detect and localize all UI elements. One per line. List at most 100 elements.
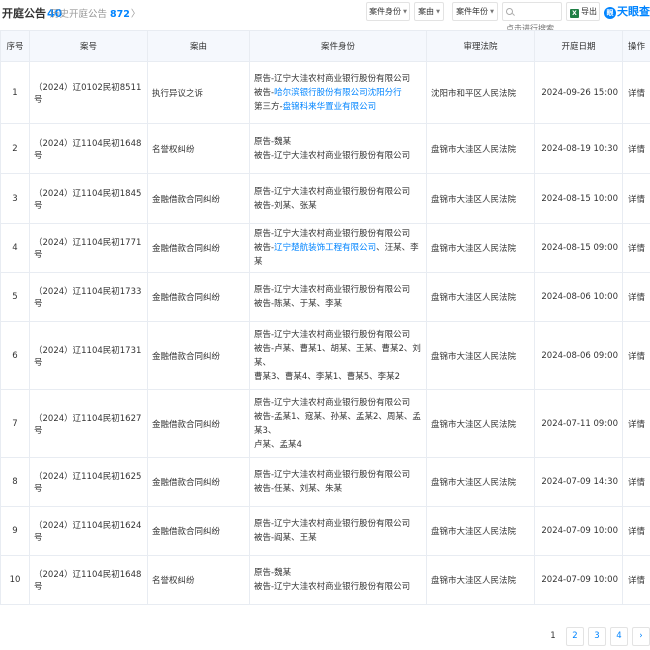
party-name: 陈某、于某、李某: [274, 299, 343, 309]
party-role: 原告-: [254, 229, 275, 239]
filter-label: 案件身份: [369, 7, 402, 16]
details-link[interactable]: 详情: [622, 555, 650, 605]
row-index: 1: [0, 61, 30, 124]
hearing-date: 2024-07-09 10:00: [534, 506, 623, 556]
party-line: 第三方-盘锦科来华置业有限公司: [254, 100, 422, 114]
case-number-link[interactable]: （2024）辽1104民初1771号: [29, 223, 148, 273]
case-cause: 金融借款合同纠纷: [147, 389, 250, 458]
details-link[interactable]: 详情: [622, 506, 650, 556]
case-cause: 金融借款合同纠纷: [147, 272, 250, 322]
party-line: 卢某、孟某4: [254, 438, 422, 452]
court-name: 盘锦市大洼区人民法院: [426, 173, 535, 224]
party-line: 原告-辽宁大洼农村商业银行股份有限公司: [254, 468, 422, 482]
case-parties: 原告-魏某 被告-辽宁大洼农村商业银行股份有限公司: [249, 555, 427, 605]
table-row: 5 （2024）辽1104民初1733号 金融借款合同纠纷 原告-辽宁大洼农村商业银行…: [0, 272, 650, 322]
export-label: 导出: [581, 7, 597, 16]
case-number-link[interactable]: （2024）辽1104民初1648号: [29, 123, 148, 174]
details-link[interactable]: 详情: [622, 389, 650, 458]
details-link[interactable]: 详情: [622, 61, 650, 124]
pagination-page-2[interactable]: 2: [566, 627, 584, 646]
table-header-row: 序号 案号 案由 案件身份 审理法院 开庭日期 操作: [0, 30, 650, 62]
history-announcements-link[interactable]: 历史开庭公告 872〉: [50, 6, 140, 20]
details-link[interactable]: 详情: [622, 123, 650, 174]
party-line: 被告-陈某、于某、李某: [254, 297, 422, 311]
column-header: 案件身份: [249, 30, 427, 62]
case-number-link[interactable]: （2024）辽1104民初1731号: [29, 321, 148, 390]
court-name: 盘锦市大洼区人民法院: [426, 457, 535, 507]
party-line: 被告-卢某、曹某1、胡某、王某、曹某2、刘某、: [254, 342, 422, 370]
court-name: 盘锦市大洼区人民法院: [426, 389, 535, 458]
case-number-link[interactable]: （2024）辽1104民初1733号: [29, 272, 148, 322]
party-line: 原告-辽宁大洼农村商业银行股份有限公司: [254, 283, 422, 297]
caret-down-icon: ▼: [490, 9, 494, 15]
party-name: 辽宁大洼农村商业银行股份有限公司: [274, 470, 411, 480]
history-label: 历史开庭公告: [50, 9, 108, 20]
party-company-link[interactable]: 盘锦科来华置业有限公司: [283, 102, 377, 112]
party-role: 原告-: [254, 136, 275, 147]
row-index: 5: [0, 272, 30, 322]
page-title-text: 开庭公告: [2, 7, 46, 20]
party-role: 被告-: [254, 533, 275, 543]
party-company-link[interactable]: 辽宁楚航装饰工程有限公司: [274, 243, 376, 253]
case-cause: 金融借款合同纠纷: [147, 173, 250, 224]
pagination-page-4[interactable]: 4: [610, 627, 628, 646]
case-number-link[interactable]: （2024）辽1104民初1845号: [29, 173, 148, 224]
export-button[interactable]: X 导出: [566, 2, 600, 21]
row-index: 9: [0, 506, 30, 556]
party-role: 被告-: [254, 411, 275, 422]
pagination-next-icon[interactable]: ›: [632, 627, 650, 646]
filter-label: 案件年份: [456, 7, 489, 16]
case-cause: 金融借款合同纠纷: [147, 457, 250, 507]
case-number-link[interactable]: （2024）辽1104民初1624号: [29, 506, 148, 556]
column-header: 审理法院: [426, 30, 535, 62]
logo-text: 天眼查: [617, 5, 650, 18]
party-role: 被告-: [254, 484, 275, 494]
table-row: 9 （2024）辽1104民初1624号 金融借款合同纠纷 原告-辽宁大洼农村商业银行…: [0, 506, 650, 556]
search-box[interactable]: [502, 2, 562, 33]
details-link[interactable]: 详情: [622, 272, 650, 322]
details-link[interactable]: 详情: [622, 457, 650, 507]
case-parties: 原告-辽宁大洼农村商业银行股份有限公司 被告-卢某、曹某1、胡某、王某、曹某2、刘…: [249, 321, 427, 390]
table-row: 2 （2024）辽1104民初1648号 名誉权纠纷 原告-魏某 被告-辽宁大洼农村商业…: [0, 123, 650, 174]
case-number-link[interactable]: （2024）辽1104民初1648号: [29, 555, 148, 605]
hearing-announcements-table: 序号 案号 案由 案件身份 审理法院 开庭日期 操作 1 （2024）辽0102民初8511号…: [0, 30, 650, 605]
hearing-date: 2024-08-19 10:30: [534, 123, 623, 174]
filter-case-identity[interactable]: 案件身份 ▼: [366, 2, 410, 21]
party-line: 原告-魏某: [254, 566, 422, 580]
filter-case-cause[interactable]: 案由 ▼: [414, 2, 444, 21]
party-role: 原告-: [254, 568, 275, 578]
court-name: 盘锦市大洼区人民法院: [426, 506, 535, 556]
party-name: 魏某: [274, 568, 292, 578]
pagination-page-3[interactable]: 3: [588, 627, 606, 646]
details-link[interactable]: 详情: [622, 173, 650, 224]
case-number-link[interactable]: （2024）辽1104民初1627号: [29, 389, 148, 458]
row-index: 7: [0, 389, 30, 458]
row-index: 4: [0, 223, 30, 273]
case-number-link[interactable]: （2024）辽1104民初1625号: [29, 457, 148, 507]
court-name: 盘锦市大洼区人民法院: [426, 123, 535, 174]
party-line: 被告-阎某、王某: [254, 531, 422, 545]
party-line: 曹某3、曹某4、李某1、曹某5、李某2: [254, 370, 422, 384]
court-name: 沈阳市和平区人民法院: [426, 61, 535, 124]
details-link[interactable]: 详情: [622, 223, 650, 273]
table-row: 8 （2024）辽1104民初1625号 金融借款合同纠纷 原告-辽宁大洼农村商业银行…: [0, 457, 650, 507]
party-line: 原告-辽宁大洼农村商业银行股份有限公司: [254, 185, 422, 199]
case-cause: 名誉权纠纷: [147, 555, 250, 605]
case-cause: 执行异议之诉: [147, 61, 250, 124]
party-name: 辽宁大洼农村商业银行股份有限公司: [274, 397, 411, 408]
case-parties: 原告-辽宁大洼农村商业银行股份有限公司 被告-阎某、王某: [249, 506, 427, 556]
tianyancha-logo: 眼天眼查: [604, 3, 650, 19]
party-line: 原告-辽宁大洼农村商业银行股份有限公司: [254, 72, 422, 86]
filter-case-year[interactable]: 案件年份 ▼: [452, 2, 498, 21]
case-number-link[interactable]: （2024）辽0102民初8511号: [29, 61, 148, 124]
party-line: 被告-辽宁楚航装饰工程有限公司、汪某、李某: [254, 241, 422, 269]
table-row: 7 （2024）辽1104民初1627号 金融借款合同纠纷 原告-辽宁大洼农村商业银行…: [0, 389, 650, 458]
pagination-page-1[interactable]: 1: [544, 627, 562, 646]
party-company-link[interactable]: 哈尔滨银行股份有限公司沈阳分行: [274, 88, 402, 98]
details-link[interactable]: 详情: [622, 321, 650, 390]
case-parties: 原告-辽宁大洼农村商业银行股份有限公司 被告-哈尔滨银行股份有限公司沈阳分行 第三方…: [249, 61, 427, 124]
party-line: 原告-魏某: [254, 135, 422, 149]
party-role: 被告-: [254, 343, 275, 354]
court-name: 盘锦市大洼区人民法院: [426, 223, 535, 273]
party-line: 被告-辽宁大洼农村商业银行股份有限公司: [254, 580, 422, 594]
